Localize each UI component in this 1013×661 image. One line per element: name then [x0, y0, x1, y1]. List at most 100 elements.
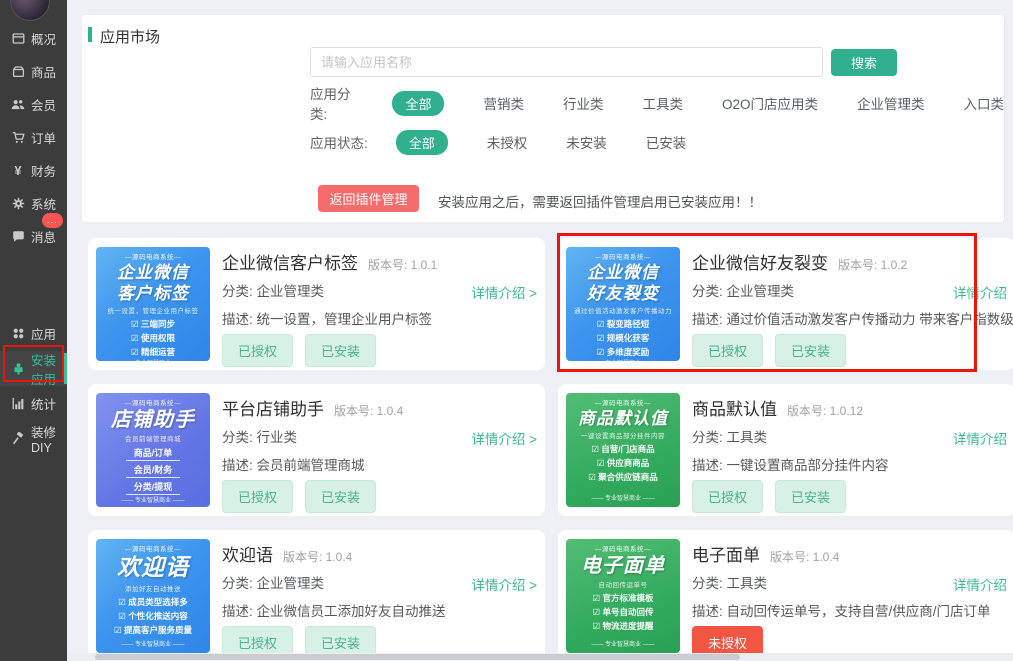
- status-tag-1[interactable]: 已安装: [775, 334, 846, 367]
- thumb-feature-text: 个性化推送内容: [128, 611, 188, 621]
- app-card-title-row: 平台店铺助手版本号: 1.0.4: [222, 395, 532, 420]
- app-description: 描述: 自动回传运单号，支持自营/供应商/门店订单: [692, 600, 1007, 620]
- category-filter-row: 应用分类: 全部营销类行业类工具类O2O门店应用类企业管理类入口类: [310, 92, 1004, 114]
- status-option-2[interactable]: 未安装: [566, 132, 607, 152]
- thumb-feature-check: ☑ 供应商商品: [597, 457, 650, 469]
- thumb-feature-text: 供应商商品: [607, 458, 650, 468]
- category-option-2[interactable]: 行业类: [563, 93, 604, 113]
- thumb-feature-text: 精细运营: [141, 347, 175, 357]
- search-input[interactable]: [310, 47, 823, 77]
- detail-link[interactable]: 详情介绍: [953, 428, 1007, 448]
- app-status-tags: 已授权已安装: [692, 334, 846, 367]
- status-option-3[interactable]: 已安装: [646, 132, 687, 152]
- app-description: 描述: 统一设置，管理企业用户标签: [222, 308, 537, 328]
- thumb-feature-check: ☑ 精细运营: [131, 346, 175, 358]
- app-thumbnail: —源码电商系统—电子面单自动回传运单号☑ 官方标准模板☑ 单号自动回传☑ 物流进…: [566, 539, 680, 653]
- status-tag-1[interactable]: 已安装: [305, 480, 376, 513]
- horizontal-scrollbar[interactable]: [67, 653, 1013, 661]
- thumb-title-line: 企业微信: [117, 263, 189, 282]
- sidebar-item-finance[interactable]: ¥财务: [0, 154, 67, 187]
- sidebar-item-messages[interactable]: 消息...: [0, 220, 67, 253]
- category-option-6[interactable]: 入口类: [964, 93, 1005, 113]
- app-card-5: —源码电商系统—电子面单自动回传运单号☑ 官方标准模板☑ 单号自动回传☑ 物流进…: [558, 530, 1013, 661]
- sidebar-item-stats[interactable]: 统计: [0, 386, 67, 421]
- detail-link[interactable]: 详情介绍 >: [471, 428, 537, 448]
- app-name: 商品默认值: [692, 395, 777, 420]
- status-tag-0[interactable]: 已授权: [692, 480, 763, 513]
- check-icon: ☑: [597, 333, 607, 343]
- horizontal-scrollbar-thumb[interactable]: [95, 654, 740, 660]
- status-option-1[interactable]: 未授权: [487, 132, 528, 152]
- sidebar-menu: 概况商品会员订单¥财务系统消息... 应用安装应用统计装修DIY: [0, 22, 67, 456]
- app-version: 版本号: 1.0.4: [334, 402, 403, 419]
- check-icon: ☑: [593, 607, 603, 617]
- sidebar-group-divider: [0, 253, 67, 316]
- category-option-0[interactable]: 全部: [392, 91, 444, 116]
- app-card-4: —源码电商系统—欢迎语添加好友自动推送☑ 成员类型选择多☑ 个性化推送内容☑ 提…: [88, 530, 545, 661]
- overview-icon: [11, 32, 25, 46]
- detail-link[interactable]: 详情介绍: [953, 574, 1007, 594]
- detail-link[interactable]: 详情介绍 >: [471, 574, 537, 594]
- app-card-3: —源码电商系统—商品默认值一键设置商品部分挂件内容☑ 自营/门店商品☑ 供应商商…: [558, 384, 1013, 516]
- sidebar-item-label: 系统: [31, 194, 56, 213]
- thumb-feature-check: ☑ 个性化推送内容: [118, 610, 188, 622]
- thumb-footer-text: —— 专业智慧商业 ——: [121, 358, 184, 361]
- thumb-feature-check: ☑ 三端同步: [131, 318, 175, 330]
- category-option-1[interactable]: 营销类: [483, 93, 524, 113]
- status-tag-1[interactable]: 已安装: [775, 480, 846, 513]
- sidebar-item-label: 消息: [31, 227, 56, 246]
- app-description: 描述: 企业微信员工添加好友自动推送: [222, 600, 537, 620]
- sidebar-item-apps[interactable]: 应用: [0, 316, 67, 351]
- thumb-feature-check: ☑ 多维度奖励: [597, 346, 650, 358]
- thumb-subtitle: 通过价值活动激发客户传播动力: [574, 305, 672, 315]
- sidebar-item-label: 应用: [31, 324, 56, 343]
- thumb-feature-text: 官方标准模板: [602, 593, 653, 603]
- app-category: 分类: 工具类: [692, 426, 767, 446]
- sidebar-item-goods[interactable]: 商品: [0, 55, 67, 88]
- app-name: 企业微信客户标签: [222, 249, 358, 274]
- app-name: 企业微信好友裂变: [692, 249, 828, 274]
- sidebar-item-orders[interactable]: 订单: [0, 121, 67, 154]
- app-description: 描述: 通过价值活动激发客户传播动力 带来客户指数级新增: [692, 308, 1007, 328]
- detail-link[interactable]: 详情介绍: [953, 282, 1007, 302]
- thumb-feature-row: 会员/财务: [126, 463, 181, 478]
- status-option-0[interactable]: 全部: [396, 130, 448, 155]
- avatar[interactable]: [10, 0, 50, 21]
- thumb-banner-text: —源码电商系统—: [125, 397, 181, 407]
- sidebar-item-overview[interactable]: 概况: [0, 22, 67, 55]
- check-icon: ☑: [597, 347, 607, 357]
- search-button[interactable]: 搜索: [831, 49, 897, 76]
- detail-link[interactable]: 详情介绍 >: [471, 282, 537, 302]
- status-filter-label: 应用状态:: [310, 132, 368, 152]
- check-icon: ☑: [597, 319, 607, 329]
- status-tag-0[interactable]: 已授权: [222, 334, 293, 367]
- thumb-feature-list: ☑ 裂变路径短☑ 规模化获客☑ 多维度奖励: [597, 318, 650, 358]
- system-icon: [11, 197, 25, 211]
- app-category: 分类: 企业管理类: [222, 280, 324, 300]
- status-tag-0[interactable]: 已授权: [692, 334, 763, 367]
- thumb-banner-text: —源码电商系统—: [125, 543, 181, 553]
- sidebar: 概况商品会员订单¥财务系统消息... 应用安装应用统计装修DIY: [0, 0, 67, 661]
- thumb-feature-text: 物流进度提醒: [602, 621, 653, 631]
- category-option-4[interactable]: O2O门店应用类: [722, 93, 818, 113]
- return-plugin-manager-button[interactable]: 返回插件管理: [318, 185, 419, 212]
- app-category: 分类: 行业类: [222, 426, 297, 446]
- thumb-feature-row: 分类/提现: [126, 480, 181, 495]
- thumb-feature-text: 成员类型选择多: [128, 597, 188, 607]
- app-version: 版本号: 1.0.4: [770, 548, 839, 565]
- app-version: 版本号: 1.0.4: [283, 548, 352, 565]
- thumb-feature-text: 商品/订单: [134, 448, 173, 458]
- sidebar-item-members[interactable]: 会员: [0, 88, 67, 121]
- thumb-footer-text: —— 专业智慧商业 ——: [591, 493, 654, 502]
- category-option-3[interactable]: 工具类: [642, 93, 683, 113]
- category-option-5[interactable]: 企业管理类: [857, 93, 925, 113]
- app-name: 电子面单: [692, 541, 760, 566]
- thumb-feature-check: ☑ 规模化获客: [597, 332, 650, 344]
- sidebar-item-install-apps[interactable]: 安装应用: [0, 351, 67, 386]
- sidebar-item-diy[interactable]: 装修DIY: [0, 421, 67, 456]
- app-card-1: —源码电商系统—企业微信好友裂变通过价值活动激发客户传播动力☑ 裂变路径短☑ 规…: [558, 238, 1013, 370]
- status-tag-1[interactable]: 已安装: [305, 334, 376, 367]
- status-tag-0[interactable]: 已授权: [222, 480, 293, 513]
- thumb-title-line: 欢迎语: [117, 555, 189, 581]
- thumb-feature-text: 会员/财务: [134, 465, 173, 475]
